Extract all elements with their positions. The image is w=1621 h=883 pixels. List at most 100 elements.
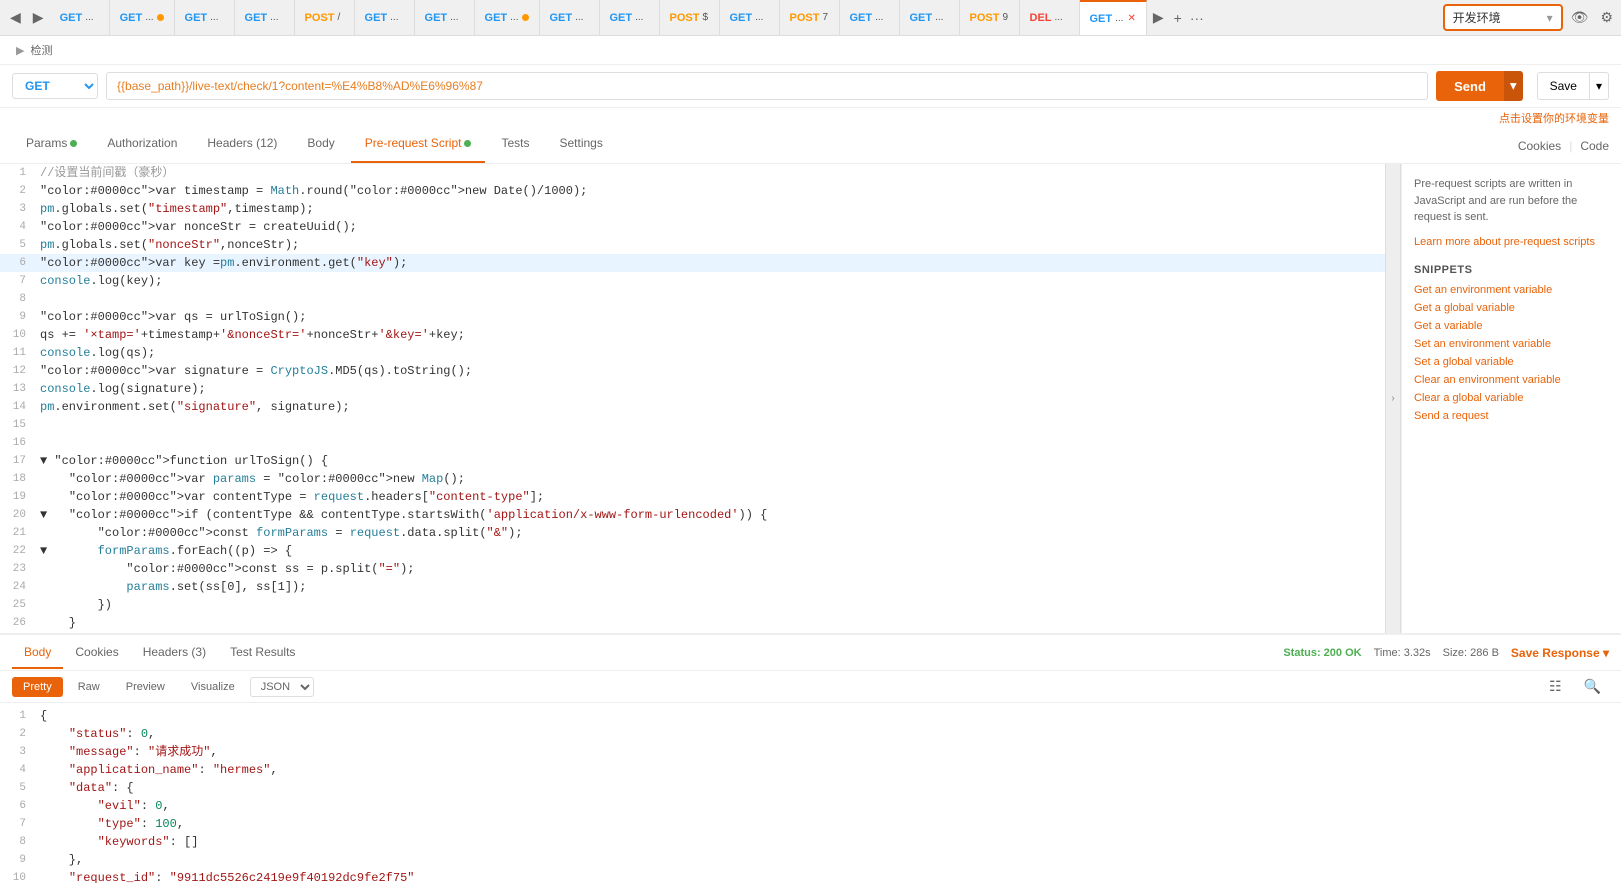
tab-item-7[interactable]: GET...	[475, 0, 540, 35]
snippet-item-4[interactable]: Set a global variable	[1414, 356, 1609, 368]
env-selector[interactable]: 开发环境 ▾	[1443, 4, 1563, 31]
tab-item-10[interactable]: POST$	[660, 0, 720, 35]
req-tab-actions: Cookies | Code	[1518, 139, 1609, 153]
bottom-tab-cookies[interactable]: Cookies	[63, 637, 130, 669]
learn-more-link[interactable]: Learn more about pre-request scripts	[1414, 236, 1595, 248]
code-line-26: 26 }	[0, 614, 1385, 632]
more-tabs-btn[interactable]: ···	[1186, 6, 1208, 30]
bottom-status: Status: 200 OK Time: 3.32s Size: 286 B S…	[1283, 646, 1609, 660]
search-response-icon[interactable]: 🔍	[1576, 675, 1609, 698]
copy-response-icon[interactable]: ☷	[1541, 675, 1570, 698]
save-dropdown-btn[interactable]: ▾	[1590, 72, 1609, 100]
snippet-item-7[interactable]: Send a request	[1414, 410, 1609, 422]
tab-bar: ◀ ▶ GET...GET...GET...GET...POST/GET...G…	[0, 0, 1621, 36]
tab-item-17[interactable]: GET...✕	[1080, 0, 1147, 35]
eye-btn[interactable]: 👁	[1567, 5, 1593, 30]
code-line-25: 25 })	[0, 596, 1385, 614]
panel-toggle-btn[interactable]: ›	[1385, 164, 1401, 633]
editor-area: 1//设置当前间戳（豪秒）2"color:#0000cc">var timest…	[0, 164, 1621, 633]
code-line-14: 14pm.environment.set("signature", signat…	[0, 398, 1385, 416]
snippet-item-6[interactable]: Clear a global variable	[1414, 392, 1609, 404]
tab-item-9[interactable]: GET...	[600, 0, 660, 35]
line-content-26: }	[36, 614, 76, 632]
tab-item-2[interactable]: GET...	[175, 0, 235, 35]
format-tab-preview[interactable]: Preview	[115, 677, 176, 697]
format-tabs-container: PrettyRawPreviewVisualizeJSON	[12, 677, 314, 697]
nav-back-btn[interactable]: ◀	[4, 5, 27, 30]
method-select[interactable]: GETPOSTPUTDELETE	[12, 73, 98, 99]
status-text: Status: 200 OK	[1283, 647, 1361, 659]
resp-line-content-2: "status": 0,	[36, 725, 155, 743]
code-link[interactable]: Code	[1580, 139, 1609, 153]
gear-btn[interactable]: ⚙	[1596, 5, 1617, 30]
snippets-list: Get an environment variable Get a global …	[1414, 284, 1609, 422]
snippet-item-2[interactable]: Get a variable	[1414, 320, 1609, 332]
cookies-link[interactable]: Cookies	[1518, 139, 1561, 153]
line-number-19: 19	[0, 488, 36, 506]
tab-item-1[interactable]: GET...	[110, 0, 175, 35]
tab-item-3[interactable]: GET...	[235, 0, 295, 35]
save-button[interactable]: Save	[1537, 72, 1590, 100]
line-content-27	[36, 632, 40, 633]
tab-item-6[interactable]: GET...	[415, 0, 475, 35]
tab-item-8[interactable]: GET...	[540, 0, 600, 35]
line-number-27: 27	[0, 632, 36, 633]
bottom-tab-test-results[interactable]: Test Results	[218, 637, 307, 669]
tab-item-14[interactable]: GET...	[900, 0, 960, 35]
tab-item-4[interactable]: POST/	[295, 0, 355, 35]
url-input[interactable]	[106, 72, 1428, 100]
req-tab-tests[interactable]: Tests	[487, 128, 543, 163]
code-line-24: 24 params.set(ss[0], ss[1]);	[0, 578, 1385, 596]
code-line-17: 17▼ "color:#0000cc">function urlToSign()…	[0, 452, 1385, 470]
tab-item-13[interactable]: GET...	[840, 0, 900, 35]
format-tab-visualize[interactable]: Visualize	[180, 677, 246, 697]
code-line-11: 11console.log(qs);	[0, 344, 1385, 362]
format-tab-pretty[interactable]: Pretty	[12, 677, 63, 697]
req-tab-authorization[interactable]: Authorization	[93, 128, 191, 163]
format-select[interactable]: JSON	[250, 677, 314, 697]
send-button[interactable]: Send	[1436, 71, 1504, 101]
tab-item-11[interactable]: GET...	[720, 0, 780, 35]
req-tab-settings[interactable]: Settings	[546, 128, 617, 163]
nav-forward-btn[interactable]: ▶	[27, 5, 50, 30]
new-tab-btn[interactable]: +	[1170, 6, 1186, 30]
tab-item-16[interactable]: DEL...	[1020, 0, 1080, 35]
line-content-8	[36, 290, 40, 308]
line-number-11: 11	[0, 344, 36, 362]
resp-line-content-1: {	[36, 707, 47, 725]
annotation-bar: 点击设置你的环境变量	[0, 108, 1621, 128]
format-actions: ☷ 🔍	[1541, 675, 1609, 698]
code-line-18: 18 "color:#0000cc">var params = "color:#…	[0, 470, 1385, 488]
bottom-tab-body[interactable]: Body	[12, 637, 63, 669]
req-tab-body[interactable]: Body	[293, 128, 348, 163]
line-content-9: "color:#0000cc">var qs = urlToSign();	[36, 308, 306, 326]
tab-next-btn[interactable]: ▶	[1147, 5, 1170, 30]
tab-item-0[interactable]: GET...	[50, 0, 110, 35]
line-number-2: 2	[0, 182, 36, 200]
tabs-container: GET...GET...GET...GET...POST/GET...GET..…	[50, 0, 1147, 35]
req-tab-pre-request-script[interactable]: Pre-request Script	[351, 128, 486, 163]
resp-line-number-9: 9	[0, 851, 36, 869]
line-number-12: 12	[0, 362, 36, 380]
tab-item-5[interactable]: GET...	[355, 0, 415, 35]
line-content-25: })	[36, 596, 112, 614]
tab-item-15[interactable]: POST9	[960, 0, 1020, 35]
line-content-15	[36, 416, 40, 434]
snippet-item-1[interactable]: Get a global variable	[1414, 302, 1609, 314]
save-response-btn[interactable]: Save Response ▾	[1511, 646, 1609, 660]
tab-item-12[interactable]: POST7	[780, 0, 840, 35]
snippet-item-3[interactable]: Set an environment variable	[1414, 338, 1609, 350]
bottom-tab-headers-(3)[interactable]: Headers (3)	[131, 637, 218, 669]
line-number-5: 5	[0, 236, 36, 254]
snippet-item-5[interactable]: Clear an environment variable	[1414, 374, 1609, 386]
code-editor[interactable]: 1//设置当前间戳（豪秒）2"color:#0000cc">var timest…	[0, 164, 1385, 633]
req-tab-params[interactable]: Params	[12, 128, 91, 163]
resp-line-number-8: 8	[0, 833, 36, 851]
code-line-6: 6"color:#0000cc">var key =pm.environment…	[0, 254, 1385, 272]
snippet-item-0[interactable]: Get an environment variable	[1414, 284, 1609, 296]
code-line-19: 19 "color:#0000cc">var contentType = req…	[0, 488, 1385, 506]
format-tab-raw[interactable]: Raw	[67, 677, 111, 697]
line-number-10: 10	[0, 326, 36, 344]
send-dropdown-btn[interactable]: ▾	[1504, 71, 1523, 101]
req-tab-headers-(12)[interactable]: Headers (12)	[193, 128, 291, 163]
